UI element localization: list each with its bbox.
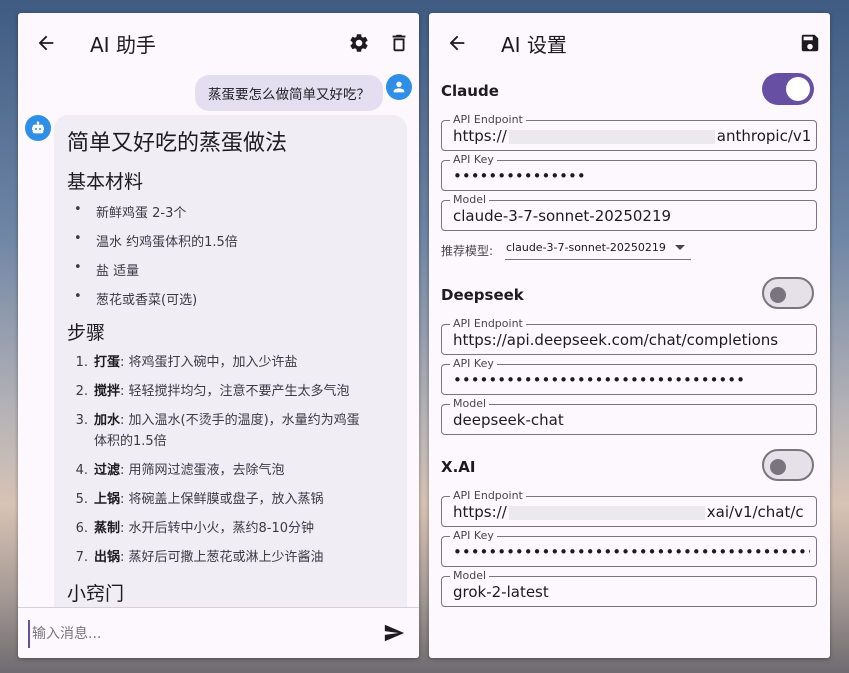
xai-endpoint-field[interactable]: API Endpoint https://xai/v1/chat/c <box>441 489 817 527</box>
field-value: https://anthropic/v1 <box>453 127 810 145</box>
claude-endpoint-field[interactable]: API Endpoint https://anthropic/v1 <box>441 113 817 151</box>
step-item: 5. 上锅: 将碗盖上保鲜膜或盘子，放入蒸锅 <box>75 492 324 507</box>
response-heading: 简单又好吃的蒸蛋做法 <box>67 131 288 156</box>
field-label: Model <box>450 193 490 206</box>
field-label: API Key <box>450 357 497 370</box>
recommended-model-dropdown[interactable]: claude-3-7-sonnet-20250219 <box>505 236 691 260</box>
user-avatar <box>386 74 412 100</box>
toggle-knob <box>770 459 786 475</box>
deepseek-endpoint-field[interactable]: API Endpoint https://api.deepseek.com/ch… <box>441 317 817 355</box>
provider-name-xai: X.AI <box>441 458 476 476</box>
chat-panel: AI 助手 蒸蛋要怎么做简单又好吃？ 简单又好吃的蒸蛋做法 基本材料 新鲜鸡蛋 … <box>18 13 419 658</box>
arrow-left-icon <box>38 35 54 51</box>
deepseek-model-field[interactable]: Model deepseek-chat <box>441 397 817 435</box>
claude-api-key-field[interactable]: API Key ••••••••••••••• <box>441 153 817 191</box>
toggle-knob <box>786 77 810 101</box>
step-item: 3. 加水: 加入温水(不烫手的温度)，水量约为鸡蛋 体积的1.5倍 <box>75 413 360 449</box>
redacted-block <box>508 505 705 520</box>
field-value: grok-2-latest <box>453 583 549 601</box>
field-value: https://api.deepseek.com/chat/completion… <box>453 331 779 349</box>
settings-button[interactable] <box>345 29 373 57</box>
tips-heading: 小窍门 <box>67 583 125 605</box>
trash-icon <box>392 34 406 52</box>
delete-button[interactable] <box>385 29 413 57</box>
message-input[interactable] <box>28 620 374 648</box>
field-label: Model <box>450 569 490 582</box>
save-button[interactable] <box>796 29 824 57</box>
back-button[interactable] <box>443 29 471 57</box>
message-composer <box>18 607 419 658</box>
robot-icon <box>32 121 44 134</box>
ai-avatar <box>25 115 51 141</box>
claude-model-field[interactable]: Model claude-3-7-sonnet-20250219 <box>441 193 817 231</box>
step-item: 2. 搅拌: 轻轻搅拌均匀，注意不要产生太多气泡 <box>75 384 350 399</box>
list-item: 温水 约鸡蛋体积的1.5倍 <box>74 231 238 250</box>
xai-toggle[interactable] <box>762 449 814 481</box>
gear-icon <box>350 34 368 52</box>
recommended-model-label: 推荐模型: <box>441 244 494 258</box>
steps-heading: 步骤 <box>67 322 106 344</box>
page-title: AI 助手 <box>90 33 156 57</box>
settings-appbar: AI 设置 <box>429 13 830 71</box>
claude-toggle[interactable] <box>762 73 814 105</box>
step-item: 4. 过滤: 用筛网过滤蛋液，去除气泡 <box>75 463 285 478</box>
provider-name-claude: Claude <box>441 82 499 100</box>
dropdown-value: claude-3-7-sonnet-20250219 <box>506 241 666 254</box>
arrow-left-icon <box>449 35 465 51</box>
xai-model-field[interactable]: Model grok-2-latest <box>441 569 817 607</box>
step-item: 1. 打蛋: 将鸡蛋打入碗中，加入少许盐 <box>75 355 298 370</box>
field-value: https://xai/v1/chat/c <box>453 503 804 521</box>
settings-panel: AI 设置 Claude API Endpoint https://anthro… <box>429 13 830 658</box>
field-label: API Endpoint <box>450 317 526 330</box>
back-button[interactable] <box>32 29 60 57</box>
step-item: 6. 蒸制: 水开后转中小火，蒸约8-10分钟 <box>75 521 315 536</box>
field-label: API Endpoint <box>450 113 526 126</box>
chat-appbar: AI 助手 <box>18 13 419 71</box>
field-label: API Key <box>450 529 497 542</box>
field-label: API Endpoint <box>450 489 526 502</box>
list-item: 新鲜鸡蛋 2-3个 <box>74 202 186 221</box>
field-value: ••••••••••••••••••••••••••••••••••••••••… <box>453 543 810 561</box>
xai-api-key-field[interactable]: API Key ••••••••••••••••••••••••••••••••… <box>441 529 817 567</box>
redacted-block <box>508 129 715 144</box>
send-icon <box>384 624 405 642</box>
field-value: ••••••••••••••••••••••••••••••••• <box>453 371 745 389</box>
person-icon <box>393 81 405 93</box>
provider-name-deepseek: Deepseek <box>441 286 524 304</box>
step-item: 7. 出锅: 蒸好后可撒上葱花或淋上少许酱油 <box>75 550 324 565</box>
deepseek-toggle[interactable] <box>762 277 814 309</box>
field-value: deepseek-chat <box>453 411 564 429</box>
ai-response-bubble: 简单又好吃的蒸蛋做法 基本材料 新鲜鸡蛋 2-3个 温水 约鸡蛋体积的1.5倍 … <box>54 115 407 635</box>
dropdown-arrow-icon <box>675 245 685 250</box>
materials-heading: 基本材料 <box>67 171 144 193</box>
list-item: 葱花或香菜(可选) <box>74 289 197 308</box>
deepseek-api-key-field[interactable]: API Key ••••••••••••••••••••••••••••••••… <box>441 357 817 395</box>
list-item: 盐 适量 <box>74 260 139 279</box>
save-icon <box>801 34 819 52</box>
send-button[interactable] <box>381 620 407 646</box>
toggle-knob <box>770 287 786 303</box>
user-message-bubble: 蒸蛋要怎么做简单又好吃？ <box>195 75 383 111</box>
field-label: API Key <box>450 153 497 166</box>
field-value: ••••••••••••••• <box>453 167 586 185</box>
page-title: AI 设置 <box>501 33 567 57</box>
field-label: Model <box>450 397 490 410</box>
field-value: claude-3-7-sonnet-20250219 <box>453 207 672 225</box>
